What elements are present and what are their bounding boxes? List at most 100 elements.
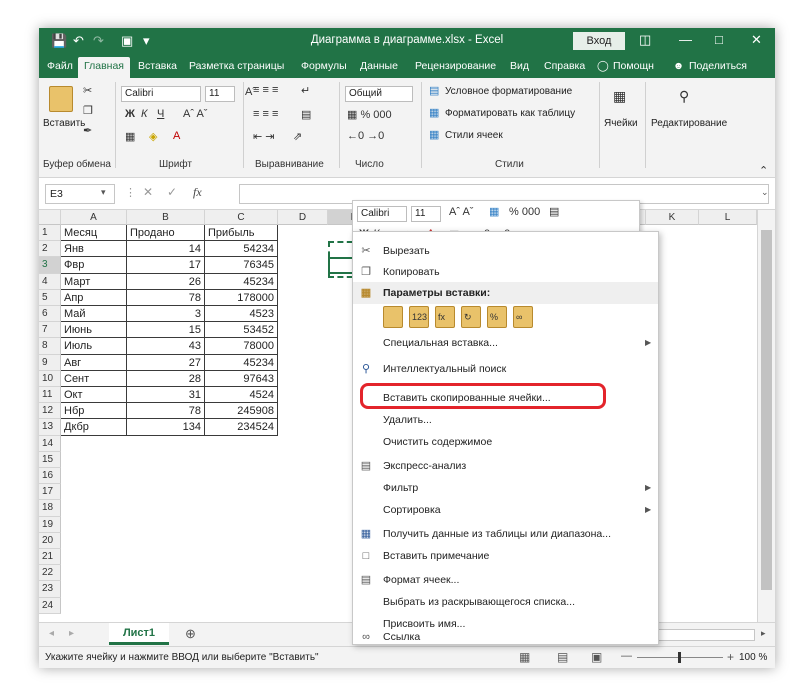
tab-data[interactable]: Данные [360,60,398,72]
cell-styles-icon[interactable]: ▦ [429,128,439,141]
zoom-in-icon[interactable]: + [727,650,734,664]
decimal-icon[interactable]: ←0 →0 [347,130,384,142]
table-cell[interactable]: 53452 [205,322,278,339]
menu-item-format-cells[interactable]: ▤ Формат ячеек... [353,569,658,591]
row-header-4[interactable]: 4 [39,273,61,290]
mini-percent-icon[interactable]: % 000 [509,206,540,218]
menu-item-paste-special[interactable]: Специальная вставка... ▶ [353,332,658,354]
format-as-table-icon[interactable]: ▦ [429,106,439,119]
share-icon[interactable]: ☻ [673,60,684,72]
row-header-8[interactable]: 8 [39,338,61,355]
format-as-table-button[interactable]: Форматировать как таблицу [445,108,575,119]
tab-review[interactable]: Рецензирование [415,60,496,72]
maximize-icon[interactable]: □ [715,32,723,47]
table-cell[interactable]: 78000 [205,338,278,355]
cancel-icon[interactable]: ✕ [143,185,153,199]
conditional-formatting-button[interactable]: Условное форматирование [445,86,572,97]
conditional-formatting-icon[interactable]: ▤ [429,84,439,97]
column-header-c[interactable]: C [205,210,278,225]
mini-grow-font-icon[interactable]: Aˆ Aˇ [449,206,473,218]
row-header-19[interactable]: 19 [39,516,61,533]
menu-item-delete[interactable]: Удалить... [353,409,658,431]
zoom-slider-thumb[interactable] [678,652,681,663]
search-icon[interactable]: ⚲ [679,88,689,105]
menu-item-get-data[interactable]: ▦ Получить данные из таблицы или диапазо… [353,523,658,545]
page-break-view-icon[interactable]: ▣ [591,650,602,664]
table-cell[interactable]: Апр [61,289,127,306]
table-cell[interactable]: 78 [127,289,205,306]
tab-formulas[interactable]: Формулы [301,60,347,72]
column-header-d[interactable]: D [278,210,328,225]
ribbon-display-icon[interactable]: ◫ [639,32,651,48]
paste-button[interactable]: Вставить [43,118,85,129]
table-cell[interactable]: 17 [127,257,205,274]
menu-item-pick-from-list[interactable]: Выбрать из раскрывающегося списка... [353,591,658,613]
table-cell[interactable]: 43 [127,338,205,355]
cells-icon[interactable]: ▦ [613,88,626,105]
table-cell[interactable]: 134 [127,419,205,436]
add-sheet-icon[interactable]: ⊕ [185,626,196,642]
row-header-10[interactable]: 10 [39,370,61,387]
cell-styles-button[interactable]: Стили ячеек [445,130,503,141]
fx-icon[interactable]: fx [193,185,202,200]
zoom-out-icon[interactable]: — [621,650,632,662]
table-cell[interactable]: 45234 [205,354,278,371]
row-header-5[interactable]: 5 [39,289,61,306]
borders-icon[interactable]: ▦ [125,130,135,143]
table-header-cell[interactable]: Прибыль [205,225,278,242]
menu-item-clear-contents[interactable]: Очистить содержимое [353,431,658,453]
fill-color-icon[interactable]: ◈ [149,130,157,143]
row-header-15[interactable]: 15 [39,451,61,468]
font-size-combo[interactable]: 11 [205,86,235,102]
orientation-icon[interactable]: ⇗ [293,130,302,143]
table-cell[interactable]: Март [61,273,127,290]
page-layout-view-icon[interactable]: ▤ [557,650,568,664]
row-header-13[interactable]: 13 [39,419,61,436]
table-cell[interactable]: 97643 [205,370,278,387]
row-header-18[interactable]: 18 [39,500,61,517]
table-cell[interactable]: 28 [127,370,205,387]
table-cell[interactable]: 178000 [205,289,278,306]
grow-font-icon[interactable]: Aˆ Aˇ [183,108,207,120]
paste-link-icon[interactable]: ∞ [513,306,533,328]
column-header-a[interactable]: A [61,210,127,225]
table-cell[interactable]: Июнь [61,322,127,339]
table-cell[interactable]: 54234 [205,241,278,258]
table-cell[interactable]: 45234 [205,273,278,290]
tab-page-layout[interactable]: Разметка страницы [189,60,284,72]
row-header-2[interactable]: 2 [39,241,61,258]
table-cell[interactable]: Июль [61,338,127,355]
prev-sheet-icon[interactable]: ◂ [49,628,54,639]
table-cell[interactable]: Май [61,306,127,323]
close-icon[interactable]: ✕ [751,32,762,48]
column-header-b[interactable]: B [127,210,205,225]
column-header-l[interactable]: L [699,210,757,225]
paste-default-icon[interactable] [383,306,403,328]
underline-icon[interactable]: Ч [157,108,164,120]
sheet-tab-1[interactable]: Лист1 [109,623,169,645]
lightbulb-icon[interactable]: ◯ [597,60,609,72]
table-cell[interactable]: 14 [127,241,205,258]
table-cell[interactable]: 26 [127,273,205,290]
menu-item-filter[interactable]: Фильтр ▶ [353,477,658,499]
mini-size-combo[interactable]: 11 [411,206,441,222]
menu-item-link[interactable]: ∞ Ссылка [353,629,658,645]
align-left-icon[interactable]: ≡ ≡ ≡ [253,108,278,120]
table-cell[interactable]: 4523 [205,306,278,323]
expand-formula-icon[interactable]: ⌄ [761,187,769,198]
row-header-6[interactable]: 6 [39,306,61,323]
row-header-9[interactable]: 9 [39,354,61,371]
cells-button[interactable]: Ячейки [604,118,638,129]
mini-font-combo[interactable]: Calibri [357,206,407,222]
row-header-1[interactable]: 1 [39,225,61,242]
font-color-icon[interactable]: A [173,130,180,142]
login-button[interactable]: Вход [573,32,625,50]
row-header-23[interactable]: 23 [39,581,61,598]
table-cell[interactable]: Янв [61,241,127,258]
name-box-dropdown-icon[interactable]: ▾ [101,187,106,198]
paste-formulas-icon[interactable]: fx [435,306,455,328]
table-cell[interactable]: 245908 [205,403,278,420]
tab-insert[interactable]: Вставка [138,60,177,72]
table-cell[interactable]: 4524 [205,387,278,404]
table-cell[interactable]: Окт [61,387,127,404]
